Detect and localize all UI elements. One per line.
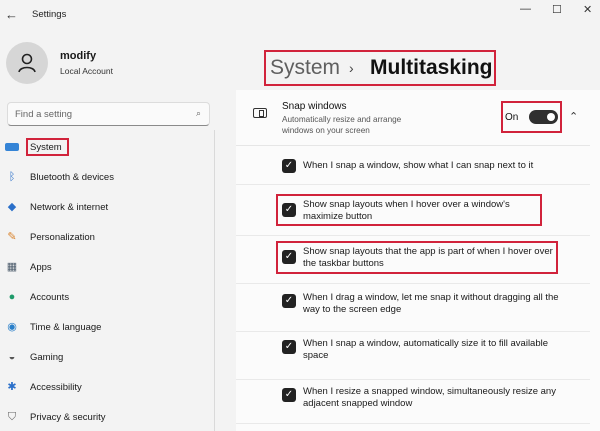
sidebar-item-personalization[interactable]: ✎ Personalization [0,227,214,249]
app-title: Settings [32,9,67,20]
highlight-box [276,241,558,274]
search-placeholder: Find a setting [15,109,73,120]
account-type: Local Account [60,66,113,76]
option-label: When I resize a snapped window, simultan… [303,386,556,409]
sidebar-item-system[interactable]: System [0,137,214,159]
sidebar-item-accounts[interactable]: ● Accounts [0,287,214,309]
snap-window-icon [253,108,267,118]
search-input[interactable]: Find a setting ⌕ [7,102,210,126]
minimize-icon[interactable]: — [520,3,531,15]
sidebar-item-label: Network & internet [30,202,109,213]
maximize-icon[interactable]: ☐ [552,3,562,16]
checkbox[interactable]: ✓ [282,340,296,354]
sidebar-item-label: System [30,142,62,153]
gamepad-icon: ◒ [8,351,16,363]
bluetooth-icon: ᛒ [8,171,16,183]
wifi-icon: ◆ [7,201,17,213]
back-arrow-icon[interactable]: ← [5,7,18,22]
checkbox[interactable]: ✓ [282,294,296,308]
sidebar-item-bluetooth[interactable]: ᛒ Bluetooth & devices [0,167,214,189]
snap-windows-toggle[interactable] [529,110,558,124]
sidebar-item-label: Bluetooth & devices [30,172,114,183]
close-icon[interactable]: ✕ [583,3,592,16]
title-bar: ← Settings — ☐ ✕ [0,0,600,30]
sidebar-divider [214,130,215,431]
option-label: When I snap a window, automatically size… [303,338,549,361]
brush-icon: ✎ [7,231,17,243]
sidebar-item-label: Privacy & security [30,412,106,423]
sidebar-item-label: Time & language [30,322,102,333]
chevron-right-icon: › [349,60,354,76]
option-label: When I snap a window, show what I can sn… [303,160,534,171]
option-label: When I drag a window, let me snap it wit… [303,292,559,315]
sidebar-item-gaming[interactable]: ◒ Gaming [0,347,214,369]
sidebar-item-label: Apps [30,262,52,273]
sidebar-item-label: Accessibility [30,382,82,393]
sidebar-item-accessibility[interactable]: ✱ Accessibility [0,377,214,399]
person-icon [18,53,36,73]
avatar[interactable] [6,42,48,84]
sidebar-item-label: Accounts [30,292,70,303]
chevron-up-icon[interactable]: ⌃ [569,110,578,123]
sidebar-item-label: Gaming [30,352,64,363]
sidebar-item-apps[interactable]: ▦ Apps [0,257,214,279]
checkbox[interactable]: ✓ [282,159,296,173]
content-bottom [236,424,590,431]
highlight-box [276,194,542,226]
shield-icon: ⛉ [7,411,17,423]
snap-windows-description: Automatically resize and arrange windows… [282,115,402,135]
person-icon: ● [8,291,16,303]
sidebar-item-privacy[interactable]: ⛉ Privacy & security [0,407,214,429]
monitor-icon [5,143,19,151]
breadcrumb-parent[interactable]: System [270,56,340,80]
page-title: Multitasking [370,56,493,79]
accessibility-icon: ✱ [7,381,17,393]
apps-icon: ▦ [6,261,18,273]
search-icon: ⌕ [195,108,201,118]
checkbox[interactable]: ✓ [282,388,296,402]
sidebar-item-label: Personalization [30,232,95,243]
snap-windows-title: Snap windows [282,101,347,112]
sidebar-item-time-language[interactable]: ◉ Time & language [0,317,214,339]
toggle-state-label: On [505,112,519,123]
sidebar-item-network[interactable]: ◆ Network & internet [0,197,214,219]
account-name: modify [60,50,97,62]
globe-clock-icon: ◉ [7,321,17,333]
